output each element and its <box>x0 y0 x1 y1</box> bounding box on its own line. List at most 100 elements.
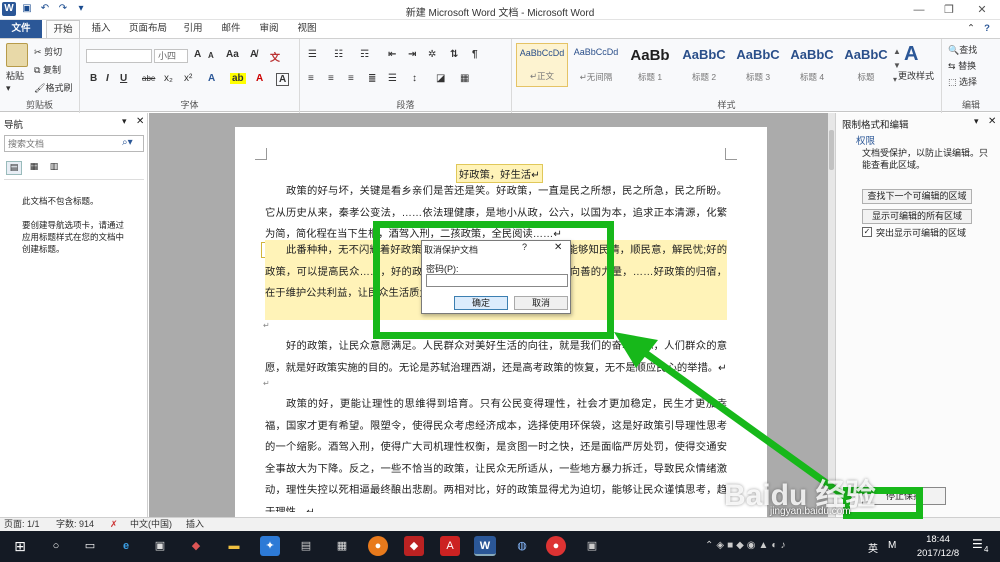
ribbon-minimize-icon[interactable]: ⌃ <box>964 20 978 38</box>
sort-icon[interactable]: ⇅ <box>450 49 458 60</box>
shading-icon[interactable]: ◪ <box>436 73 445 84</box>
style-heading-3[interactable]: AaBbC 标题 3 <box>732 43 784 87</box>
change-case-icon[interactable]: Aa <box>226 49 239 60</box>
highlight-icon[interactable]: ab <box>230 73 246 84</box>
font-name-combo[interactable] <box>86 49 152 63</box>
restore-button[interactable]: ❐ <box>934 0 964 20</box>
style-heading-4[interactable]: AaBbC 标题 4 <box>786 43 838 87</box>
line-spacing-icon[interactable]: ↕ <box>412 73 417 84</box>
app-icon[interactable]: ● <box>546 536 566 556</box>
justify-icon[interactable]: ≣ <box>368 73 376 84</box>
align-center-icon[interactable]: ≡ <box>328 73 334 84</box>
bullets-icon[interactable]: ☰ <box>308 49 317 60</box>
font-color-icon[interactable]: A <box>256 73 263 84</box>
bold-button[interactable]: B <box>90 73 97 84</box>
minimize-button[interactable]: — <box>904 0 934 20</box>
scrollbar-thumb[interactable] <box>829 130 834 170</box>
nav-close-icon[interactable]: ✕ <box>136 116 144 127</box>
folder-icon[interactable]: ▬ <box>224 536 244 556</box>
borders-icon[interactable]: ▦ <box>460 73 469 84</box>
change-styles-button[interactable]: 更改样式 <box>898 69 934 82</box>
highlight-checkbox[interactable]: ✓ <box>862 227 872 237</box>
paste-button[interactable]: 粘贴 <box>6 69 24 82</box>
paste-dropdown-icon[interactable]: ▾ <box>6 83 11 94</box>
italic-button[interactable]: I <box>106 73 109 84</box>
subscript-button[interactable]: x₂ <box>164 73 173 84</box>
system-tray-icons[interactable]: ⌃◈■◆◉▲◐♪ <box>705 540 788 551</box>
ime-mode[interactable]: M <box>888 540 896 551</box>
distribute-icon[interactable]: ☰ <box>388 73 397 84</box>
tab-file[interactable]: 文件 <box>0 20 42 38</box>
increase-indent-icon[interactable]: ⇥ <box>408 49 416 60</box>
multilevel-list-icon[interactable]: ☶ <box>360 49 369 60</box>
edge-icon[interactable]: e <box>116 536 136 556</box>
app-icon[interactable]: ▣ <box>582 536 602 556</box>
replace-button[interactable]: ⇆ 替换 <box>948 59 976 72</box>
align-right-icon[interactable]: ≡ <box>348 73 354 84</box>
nav-results-tab-icon[interactable]: ▥ <box>46 161 62 175</box>
tab-review[interactable]: 审阅 <box>256 20 282 38</box>
search-icon[interactable]: ○ <box>46 536 66 556</box>
clock-date[interactable]: 2017/12/8 <box>912 548 964 559</box>
app-icon[interactable]: ◍ <box>512 536 532 556</box>
nav-pages-tab-icon[interactable]: ▦ <box>26 161 42 175</box>
text-effects-icon[interactable]: A <box>208 73 215 84</box>
tab-page-layout[interactable]: 页面布局 <box>124 20 172 38</box>
grow-font-button[interactable]: A <box>194 49 201 60</box>
style-heading-2[interactable]: AaBbC 标题 2 <box>678 43 730 87</box>
underline-button[interactable]: U <box>120 73 127 84</box>
select-button[interactable]: ⬚ 选择 <box>948 75 977 88</box>
page-count[interactable]: 页面: 1/1 <box>4 518 40 531</box>
tab-insert[interactable]: 插入 <box>88 20 114 38</box>
superscript-button[interactable]: x² <box>184 73 192 84</box>
strikethrough-button[interactable]: abe <box>142 74 155 83</box>
format-painter-button[interactable]: 🖌格式刷 <box>34 81 72 94</box>
font-size-combo[interactable]: 小四 <box>154 49 188 63</box>
app-icon[interactable]: ✦ <box>260 536 280 556</box>
calculator-icon[interactable]: ▦ <box>332 536 352 556</box>
change-styles-icon[interactable]: A <box>904 43 918 66</box>
word-taskbar-icon[interactable]: W <box>474 536 496 556</box>
nav-headings-tab-icon[interactable]: ▤ <box>6 161 22 175</box>
close-button[interactable]: ✕ <box>964 0 1000 20</box>
show-all-editable-button[interactable]: 显示可编辑的所有区域 <box>862 209 972 224</box>
acrobat-icon[interactable]: A <box>440 536 460 556</box>
style-no-spacing[interactable]: AaBbCcDd ↵无间隔 <box>570 43 622 87</box>
clear-format-icon[interactable]: A̸ <box>250 49 257 60</box>
show-marks-icon[interactable]: ¶ <box>472 49 478 60</box>
windows-start-icon[interactable]: ⊞ <box>10 536 30 556</box>
shrink-font-button[interactable]: A <box>208 51 214 60</box>
copy-button[interactable]: ⧉ 复制 <box>34 63 61 76</box>
tab-references[interactable]: 引用 <box>180 20 206 38</box>
help-icon[interactable]: ? <box>980 20 994 38</box>
chinese-layout-icon[interactable]: ✲ <box>428 49 436 60</box>
ime-indicator[interactable]: 英 <box>868 540 878 555</box>
restrict-close-icon[interactable]: ✕ <box>988 116 996 127</box>
paste-icon[interactable] <box>6 43 28 67</box>
notification-icon[interactable]: ☰ <box>972 537 983 551</box>
app-icon[interactable]: ● <box>368 536 388 556</box>
insert-mode[interactable]: 插入 <box>186 518 204 531</box>
nav-menu-icon[interactable]: ▾ <box>122 116 127 127</box>
numbering-icon[interactable]: ☷ <box>334 49 343 60</box>
tab-home[interactable]: 开始 <box>46 20 80 38</box>
style-normal[interactable]: AaBbCcDd ↵正文 <box>516 43 568 87</box>
find-button[interactable]: 🔍查找 <box>948 43 977 56</box>
proofing-icon[interactable]: ✗ <box>110 518 118 531</box>
restrict-menu-icon[interactable]: ▾ <box>974 116 979 127</box>
store-icon[interactable]: ▣ <box>150 536 170 556</box>
clock-time[interactable]: 18:44 <box>912 534 964 545</box>
tab-mailings[interactable]: 邮件 <box>218 20 244 38</box>
style-title[interactable]: AaBbC 标题 <box>840 43 892 87</box>
decrease-indent-icon[interactable]: ⇤ <box>388 49 396 60</box>
language-status[interactable]: 中文(中国) <box>130 518 172 531</box>
style-heading-1[interactable]: AaBb 标题 1 <box>624 43 676 87</box>
search-icon[interactable]: ⌕▾ <box>122 137 133 148</box>
tab-view[interactable]: 视图 <box>294 20 320 38</box>
app-icon[interactable]: ◆ <box>404 536 424 556</box>
find-next-editable-button[interactable]: 查找下一个可编辑的区域 <box>862 189 972 204</box>
phonetic-guide-icon[interactable]: 文 <box>270 49 280 64</box>
word-count[interactable]: 字数: 914 <box>56 518 94 531</box>
char-border-icon[interactable]: A <box>276 73 290 86</box>
cut-button[interactable]: ✂ 剪切 <box>34 45 62 58</box>
